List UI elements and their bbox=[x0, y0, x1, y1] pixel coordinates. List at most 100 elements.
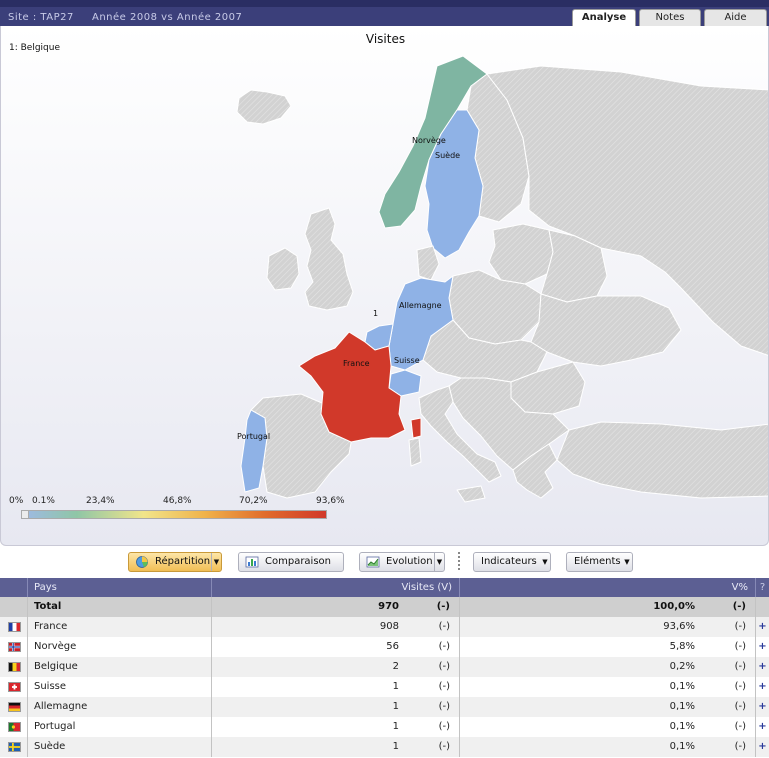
map-region-denmark[interactable] bbox=[416, 245, 440, 281]
pct-cell: 0,1% (-) bbox=[460, 677, 756, 697]
evolution-button[interactable]: Evolution ▼ bbox=[359, 552, 445, 572]
expand-row-icon[interactable]: + bbox=[756, 717, 769, 737]
repartition-dropdown-icon[interactable]: ▼ bbox=[211, 553, 221, 571]
flag-cell bbox=[0, 637, 28, 657]
visites-value: 1 bbox=[392, 721, 399, 732]
line-chart-icon bbox=[366, 556, 380, 568]
table-row[interactable]: France 908 (-) 93,6% (-) + bbox=[0, 617, 769, 637]
visites-value: 1 bbox=[392, 701, 399, 712]
table-row[interactable]: Belgique 2 (-) 0,2% (-) + bbox=[0, 657, 769, 677]
visites-value: 1 bbox=[392, 741, 399, 752]
toolbar-separator bbox=[458, 552, 460, 572]
country-name: Suisse bbox=[28, 677, 212, 697]
period-label: Année 2008 vs Année 2007 bbox=[92, 12, 243, 23]
map-region-iceland[interactable] bbox=[236, 89, 292, 125]
flag-icon-no bbox=[8, 642, 21, 652]
country-name: France bbox=[28, 617, 212, 637]
expand-row-icon[interactable]: + bbox=[756, 617, 769, 637]
country-name: Belgique bbox=[28, 657, 212, 677]
table-row[interactable]: Allemagne 1 (-) 0,1% (-) + bbox=[0, 697, 769, 717]
tab-aide[interactable]: Aide bbox=[704, 9, 767, 26]
expand-row-icon[interactable]: + bbox=[756, 637, 769, 657]
europe-map: Norvège Suède Allemagne 1 France Suisse … bbox=[236, 55, 769, 503]
scale-label-0: 0% bbox=[9, 496, 24, 506]
visites-value: 908 bbox=[379, 621, 399, 632]
table-row[interactable]: Norvège 56 (-) 5,8% (-) + bbox=[0, 637, 769, 657]
total-visites-change: (-) bbox=[436, 601, 450, 612]
evolution-dropdown-icon[interactable]: ▼ bbox=[434, 553, 444, 571]
visites-value: 56 bbox=[386, 641, 399, 652]
pie-chart-icon bbox=[136, 556, 148, 568]
indicateurs-button[interactable]: Indicateurs ▼ bbox=[473, 552, 551, 572]
header-pct[interactable]: V% bbox=[460, 578, 756, 597]
comparaison-label: Comparaison bbox=[265, 556, 332, 567]
flag-icon-be bbox=[8, 662, 21, 672]
header-pays[interactable]: Pays bbox=[28, 578, 212, 597]
flag-cell bbox=[0, 697, 28, 717]
map-label-belgique: 1 bbox=[373, 309, 378, 318]
map-region-portugal[interactable] bbox=[240, 409, 268, 493]
indicateurs-label: Indicateurs bbox=[481, 556, 537, 567]
visites-change: (-) bbox=[438, 741, 450, 752]
visites-cell: 1 (-) bbox=[212, 677, 460, 697]
expand-row-icon[interactable]: + bbox=[756, 677, 769, 697]
pct-value: 0,1% bbox=[669, 721, 695, 732]
expand-row-icon[interactable]: + bbox=[756, 737, 769, 757]
map-region-turkey[interactable] bbox=[556, 421, 769, 499]
top-bar: Site : TAP27 Année 2008 vs Année 2007 An… bbox=[0, 0, 769, 26]
visites-cell: 2 (-) bbox=[212, 657, 460, 677]
table-row[interactable]: Suisse 1 (-) 0,1% (-) + bbox=[0, 677, 769, 697]
map-region-sardinia[interactable] bbox=[408, 437, 422, 467]
elements-dropdown-icon[interactable]: ▼ bbox=[622, 553, 632, 571]
pct-change: (-) bbox=[734, 621, 746, 632]
bar-chart-icon bbox=[245, 556, 259, 568]
pct-cell: 0,1% (-) bbox=[460, 697, 756, 717]
tab-notes[interactable]: Notes bbox=[639, 9, 701, 26]
expand-row-icon[interactable]: + bbox=[756, 697, 769, 717]
evolution-label: Evolution bbox=[386, 556, 433, 567]
country-name: Norvège bbox=[28, 637, 212, 657]
visites-cell: 908 (-) bbox=[212, 617, 460, 637]
help-icon[interactable]: ? bbox=[756, 578, 769, 597]
expand-row-icon[interactable]: + bbox=[756, 657, 769, 677]
scale-label-1: 0.1% bbox=[32, 496, 55, 506]
table-row[interactable]: Suède 1 (-) 0,1% (-) + bbox=[0, 737, 769, 757]
map-region-baltics[interactable] bbox=[488, 223, 554, 285]
comparaison-button[interactable]: Comparaison bbox=[238, 552, 344, 572]
visites-value: 2 bbox=[392, 661, 399, 672]
color-scale-bar bbox=[21, 510, 327, 519]
total-label: Total bbox=[28, 597, 212, 617]
header-pct-label: V% bbox=[731, 582, 748, 593]
pct-change: (-) bbox=[734, 741, 746, 752]
total-pct-cell: 100,0% (-) bbox=[460, 597, 756, 617]
visites-change: (-) bbox=[438, 641, 450, 652]
scale-label-2: 23,4% bbox=[86, 496, 115, 506]
top-bar-edge bbox=[0, 0, 769, 7]
total-plus-cell bbox=[756, 597, 769, 617]
tab-strip: Analyse Notes Aide bbox=[572, 9, 767, 26]
visites-cell: 56 (-) bbox=[212, 637, 460, 657]
elements-button[interactable]: Eléments ▼ bbox=[566, 552, 633, 572]
flag-icon-se bbox=[8, 742, 21, 752]
total-pct-change: (-) bbox=[732, 601, 746, 612]
table-row[interactable]: Portugal 1 (-) 0,1% (-) + bbox=[0, 717, 769, 737]
country-name: Portugal bbox=[28, 717, 212, 737]
table-row-total: Total 970 (-) 100,0% (-) bbox=[0, 597, 769, 617]
map-region-ukraine[interactable] bbox=[530, 293, 682, 367]
scale-label-5: 93,6% bbox=[316, 496, 345, 506]
repartition-button[interactable]: Répartition ▼ bbox=[128, 552, 222, 572]
country-name: Allemagne bbox=[28, 697, 212, 717]
flag-cell bbox=[0, 617, 28, 637]
map-region-ireland[interactable] bbox=[266, 247, 300, 291]
map-region-great-britain[interactable] bbox=[304, 207, 354, 311]
header-visites[interactable]: Visites (V) bbox=[212, 578, 460, 597]
indicateurs-dropdown-icon[interactable]: ▼ bbox=[540, 553, 550, 571]
total-visites: 970 bbox=[378, 601, 399, 612]
site-name: Site : TAP27 bbox=[8, 12, 74, 23]
tab-analyse[interactable]: Analyse bbox=[572, 9, 636, 26]
header-flag-col bbox=[0, 578, 28, 597]
view-toolbar: Répartition ▼ Comparaison Evolution ▼ In… bbox=[0, 548, 769, 576]
flag-cell bbox=[0, 737, 28, 757]
map-region-corsica[interactable] bbox=[410, 417, 422, 439]
pct-value: 93,6% bbox=[663, 621, 695, 632]
